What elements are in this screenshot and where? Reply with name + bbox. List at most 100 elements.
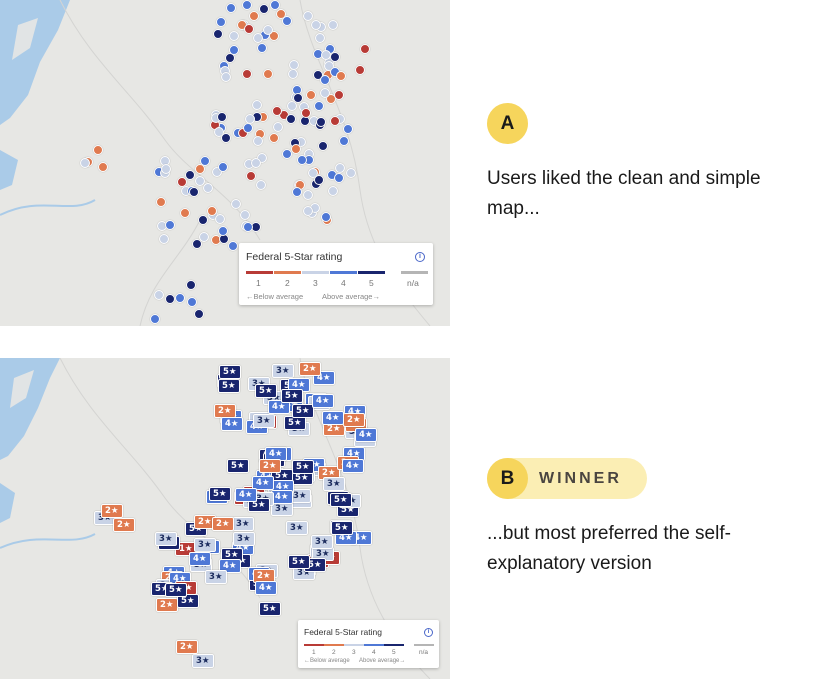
facility-dot[interactable]: [334, 90, 344, 100]
facility-dot[interactable]: [165, 220, 175, 230]
facility-dot[interactable]: [189, 187, 199, 197]
facility-pin[interactable]: 3★: [155, 532, 177, 546]
facility-pin[interactable]: 3★: [194, 538, 216, 552]
facility-dot[interactable]: [221, 133, 231, 143]
info-icon[interactable]: i: [424, 628, 433, 637]
facility-pin[interactable]: 5★: [331, 521, 353, 535]
facility-dot[interactable]: [343, 124, 353, 134]
facility-dot[interactable]: [80, 158, 90, 168]
facility-pin[interactable]: 5★: [227, 459, 249, 473]
facility-dot[interactable]: [320, 75, 330, 85]
facility-dot[interactable]: [200, 156, 210, 166]
facility-pin[interactable]: 5★: [255, 384, 277, 398]
facility-dot[interactable]: [318, 141, 328, 151]
facility-dot[interactable]: [339, 136, 349, 146]
facility-dot[interactable]: [165, 294, 175, 304]
facility-dot[interactable]: [245, 114, 255, 124]
facility-pin[interactable]: 5★: [165, 583, 187, 597]
facility-dot[interactable]: [263, 25, 273, 35]
facility-pin[interactable]: 5★: [259, 602, 281, 616]
facility-dot[interactable]: [335, 163, 345, 173]
facility-dot[interactable]: [315, 33, 325, 43]
facility-pin[interactable]: 2★: [214, 404, 236, 418]
facility-dot[interactable]: [360, 44, 370, 54]
facility-dot[interactable]: [242, 0, 252, 10]
facility-pin[interactable]: 3★: [311, 535, 333, 549]
facility-dot[interactable]: [252, 100, 262, 110]
facility-pin[interactable]: 2★: [176, 640, 198, 654]
facility-dot[interactable]: [259, 4, 269, 14]
facility-dot[interactable]: [243, 123, 253, 133]
facility-dot[interactable]: [320, 88, 330, 98]
facility-dot[interactable]: [243, 222, 253, 232]
facility-dot[interactable]: [215, 214, 225, 224]
facility-dot[interactable]: [154, 290, 164, 300]
facility-dot[interactable]: [289, 60, 299, 70]
facility-dot[interactable]: [93, 145, 103, 155]
facility-pin[interactable]: 4★: [312, 394, 334, 408]
facility-pin[interactable]: 5★: [292, 404, 314, 418]
facility-dot[interactable]: [297, 155, 307, 165]
facility-pin[interactable]: 3★: [192, 654, 214, 668]
facility-dot[interactable]: [336, 71, 346, 81]
facility-dot[interactable]: [98, 162, 108, 172]
facility-dot[interactable]: [303, 206, 313, 216]
facility-dot[interactable]: [229, 45, 239, 55]
facility-dot[interactable]: [244, 24, 254, 34]
facility-dot[interactable]: [314, 175, 324, 185]
facility-dot[interactable]: [199, 232, 209, 242]
facility-dot[interactable]: [161, 164, 171, 174]
facility-dot[interactable]: [257, 43, 267, 53]
map-a[interactable]: Federal 5-Star rating i 1 2 3 4 5 n/a ←B…: [0, 0, 450, 326]
facility-dot[interactable]: [303, 190, 313, 200]
facility-dot[interactable]: [194, 309, 204, 319]
facility-pin[interactable]: 4★: [271, 490, 293, 504]
facility-dot[interactable]: [159, 234, 169, 244]
facility-dot[interactable]: [251, 158, 261, 168]
facility-dot[interactable]: [288, 69, 298, 79]
facility-pin[interactable]: 3★: [233, 532, 255, 546]
facility-dot[interactable]: [282, 16, 292, 26]
facility-pin[interactable]: 5★: [284, 416, 306, 430]
facility-dot[interactable]: [301, 108, 311, 118]
facility-dot[interactable]: [314, 101, 324, 111]
facility-dot[interactable]: [291, 144, 301, 154]
facility-dot[interactable]: [187, 297, 197, 307]
facility-dot[interactable]: [328, 186, 338, 196]
facility-dot[interactable]: [240, 210, 250, 220]
facility-pin[interactable]: 2★: [101, 504, 123, 518]
facility-dot[interactable]: [203, 183, 213, 193]
facility-pin[interactable]: 4★: [322, 411, 344, 425]
facility-pin[interactable]: 2★: [113, 518, 135, 532]
facility-pin[interactable]: 3★: [272, 364, 294, 378]
facility-dot[interactable]: [272, 106, 282, 116]
facility-dot[interactable]: [286, 114, 296, 124]
facility-pin[interactable]: 4★: [355, 428, 377, 442]
facility-pin[interactable]: 5★: [209, 487, 231, 501]
facility-dot[interactable]: [186, 280, 196, 290]
facility-dot[interactable]: [256, 180, 266, 190]
facility-dot[interactable]: [321, 212, 331, 222]
facility-dot[interactable]: [292, 187, 302, 197]
facility-dot[interactable]: [150, 314, 160, 324]
facility-dot[interactable]: [253, 136, 263, 146]
facility-pin[interactable]: 2★: [259, 459, 281, 473]
facility-pin[interactable]: 3★: [323, 477, 345, 491]
facility-dot[interactable]: [330, 116, 340, 126]
facility-dot[interactable]: [334, 173, 344, 183]
facility-dot[interactable]: [221, 72, 231, 82]
facility-pin[interactable]: 2★: [212, 517, 234, 531]
facility-dot[interactable]: [253, 33, 263, 43]
facility-dot[interactable]: [311, 20, 321, 30]
facility-dot[interactable]: [231, 199, 241, 209]
facility-dot[interactable]: [218, 226, 228, 236]
facility-dot[interactable]: [229, 31, 239, 41]
facility-dot[interactable]: [198, 215, 208, 225]
facility-dot[interactable]: [355, 65, 365, 75]
facility-pin[interactable]: 4★: [255, 581, 277, 595]
facility-pin[interactable]: 4★: [189, 552, 211, 566]
facility-pin[interactable]: 5★: [219, 365, 241, 379]
facility-dot[interactable]: [156, 197, 166, 207]
facility-dot[interactable]: [273, 122, 283, 132]
facility-dot[interactable]: [249, 11, 259, 21]
